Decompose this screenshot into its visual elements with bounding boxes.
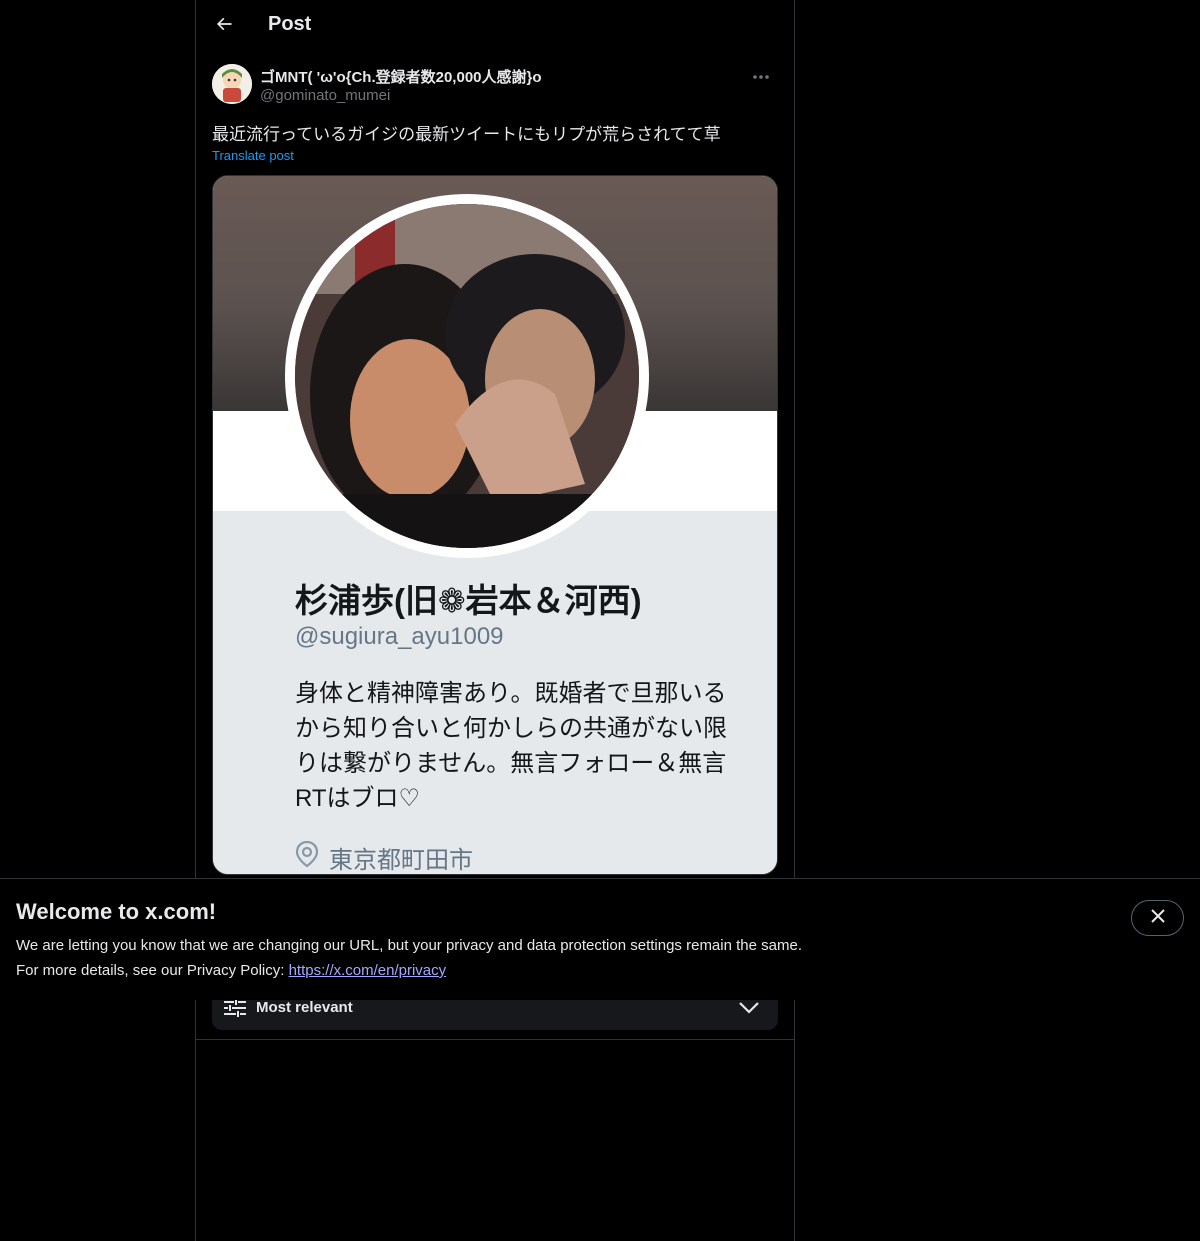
page-header: Post (196, 0, 794, 53)
divider (196, 1039, 794, 1040)
chevron-down-icon (738, 998, 760, 1023)
page-title: Post (268, 13, 312, 35)
post-media-image[interactable]: 杉浦歩(旧❁岩本＆河西) @sugiura_ayu1009 身体と精神障害あり。… (212, 175, 778, 875)
profile-photo (295, 204, 639, 548)
back-button[interactable] (206, 8, 242, 44)
post-text: 最近流行っているガイジの最新ツイートにもリプが荒らされてて草 (212, 125, 721, 144)
author-handle[interactable]: @gominato_mumei (260, 87, 390, 104)
sort-label: Most relevant (256, 999, 353, 1016)
translate-post-link[interactable]: Translate post (212, 148, 294, 163)
privacy-policy-link[interactable]: https://x.com/en/privacy (289, 962, 447, 979)
banner-message: We are letting you know that we are chan… (16, 937, 802, 954)
location-pin-icon (295, 840, 319, 874)
sliders-icon (224, 998, 246, 1023)
avatar[interactable] (212, 64, 252, 104)
banner-close-button[interactable] (1131, 900, 1184, 936)
banner-privacy-line: For more details, see our Privacy Policy… (16, 962, 446, 979)
banner-title: Welcome to x.com! (16, 899, 217, 924)
ellipsis-icon (752, 67, 770, 85)
arrow-left-icon (214, 14, 234, 39)
close-icon (1150, 908, 1165, 928)
location-text: 東京都町田市 (329, 847, 473, 874)
primary-column: Post ゴMNT( 'ω'o{Ch.登録者数20,000人感謝}o @gomi… (195, 0, 795, 1241)
banner-privacy-prefix: For more details, see our Privacy Policy… (16, 962, 289, 979)
screenshot-profile-location: 東京都町田市 (295, 840, 473, 874)
welcome-banner: Welcome to x.com! We are letting you kno… (0, 878, 1200, 1000)
author-name[interactable]: ゴMNT( 'ω'o{Ch.登録者数20,000人感謝}o (260, 66, 542, 87)
screenshot-profile-name: 杉浦歩(旧❁岩本＆河西) (295, 582, 642, 619)
screenshot-profile-handle: @sugiura_ayu1009 (295, 623, 504, 650)
more-button[interactable] (744, 64, 778, 88)
screenshot-profile-bio: 身体と精神障害あり。既婚者で旦那いるから知り合いと何かしらの共通がない限りは繋が… (295, 680, 727, 812)
